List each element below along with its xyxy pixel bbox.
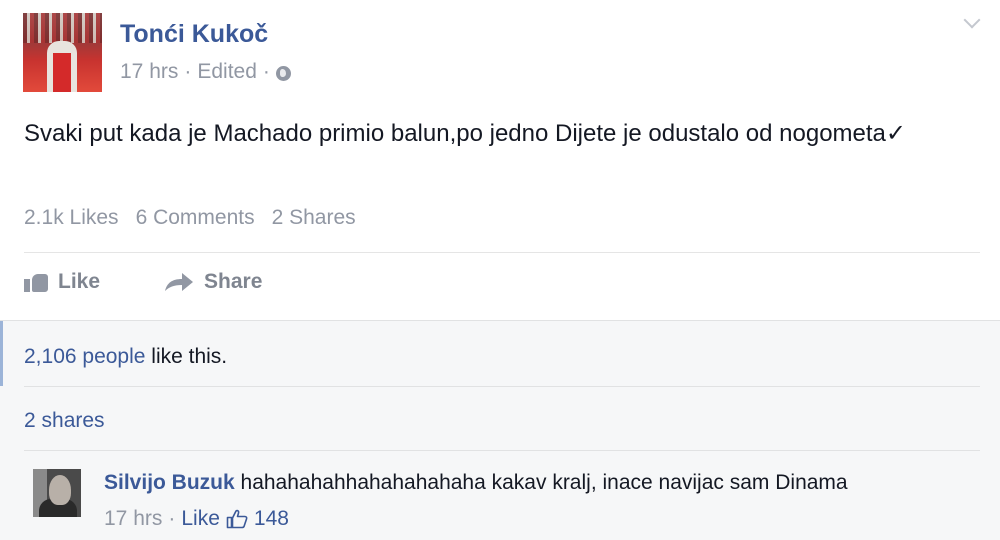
comment-time[interactable]: 17 hrs	[104, 507, 162, 531]
post-edited[interactable]: Edited	[197, 60, 257, 84]
meta-separator: ·	[184, 60, 192, 83]
likes-summary: 2,106 people like this.	[24, 345, 227, 369]
share-arrow-icon	[164, 272, 194, 292]
like-button-label: Like	[58, 270, 101, 293]
globe-icon[interactable]	[275, 65, 291, 81]
avatar-figure-shirt	[53, 53, 71, 92]
post-actions: Like Share	[24, 270, 262, 294]
divider	[24, 252, 980, 253]
post-meta: 17 hrs · Edited ·	[120, 60, 291, 84]
post-time[interactable]: 17 hrs	[120, 60, 178, 84]
meta-separator: ·	[262, 60, 270, 83]
share-button-label: Share	[204, 270, 263, 293]
comment-like-count[interactable]: 148	[226, 507, 289, 531]
like-button[interactable]: Like	[24, 270, 100, 294]
comment-body: Silvijo Buzuk hahahahahhahahahahaha kaka…	[104, 471, 848, 495]
shares-link[interactable]: 2 shares	[24, 409, 105, 433]
comment-like-count-value: 148	[253, 507, 289, 530]
thumbs-up-icon	[226, 509, 248, 529]
comment-like-link[interactable]: Like	[181, 507, 220, 531]
post-text: Svaki put kada je Machado primio balun,p…	[24, 120, 906, 147]
avatar-background	[23, 13, 102, 43]
post-author-name[interactable]: Tonći Kukoč	[120, 20, 268, 49]
commenter-avatar[interactable]	[33, 469, 81, 517]
shares-count-link[interactable]: 2 Shares	[272, 206, 356, 230]
divider	[24, 450, 980, 451]
comment-author-name[interactable]: Silvijo Buzuk	[104, 471, 235, 494]
meta-separator: ·	[168, 507, 176, 530]
divider	[24, 386, 980, 387]
focus-indicator	[0, 321, 3, 386]
likes-people-link[interactable]: 2,106 people	[24, 345, 145, 368]
thumbs-up-icon	[24, 272, 48, 292]
share-button[interactable]: Share	[164, 270, 262, 294]
comment-text: hahahahahhahahahahaha kakav kralj, inace…	[234, 471, 848, 494]
comments-count-link[interactable]: 6 Comments	[136, 206, 255, 230]
likes-count-link[interactable]: 2.1k Likes	[24, 206, 119, 230]
comment-meta: 17 hrs · Like 148	[104, 507, 289, 531]
feedback-panel: 2,106 people like this. 2 shares Silvijo…	[0, 320, 1000, 540]
author-avatar[interactable]	[23, 13, 102, 92]
post-stats: 2.1k Likes 6 Comments 2 Shares	[24, 206, 356, 230]
likes-summary-suffix: like this.	[145, 345, 228, 368]
chevron-down-icon[interactable]	[964, 14, 980, 30]
avatar-figure-face	[49, 475, 71, 505]
post-card: Tonći Kukoč 17 hrs · Edited · Svaki put …	[0, 0, 1000, 320]
